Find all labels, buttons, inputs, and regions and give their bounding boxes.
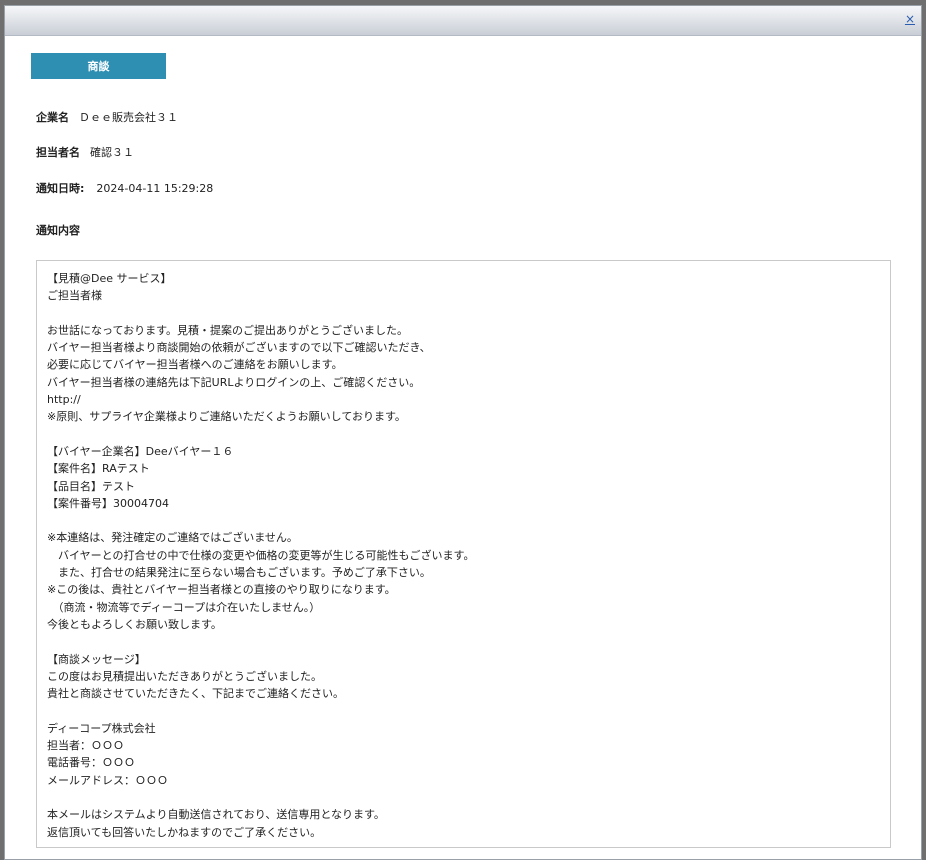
- company-value: Ｄｅｅ販売会社３１: [79, 111, 178, 124]
- message-line: バイヤー担当者様の連絡先は下記URLよりログインの上、ご確認ください。: [47, 375, 421, 389]
- dialog-titlebar: ×: [5, 6, 921, 36]
- negotiation-tab-button[interactable]: 商談: [31, 53, 166, 79]
- message-line: 【案件名】RAテスト: [47, 462, 150, 476]
- message-line: 返信頂いても回答いたしかねますのでご了承ください。: [47, 825, 322, 839]
- message-line: バイヤー担当者様より商談開始の依頼がございますので以下ご確認いただき、: [47, 341, 431, 355]
- dialog-window: × 商談 企業名 Ｄｅｅ販売会社３１ 担当者名 確認３１ 通知日時: 2024-04-…: [4, 5, 922, 860]
- message-line: http://: [47, 393, 81, 407]
- message-line: また、打合せの結果発注に至らない場合もございます。予めご了承下さい。: [47, 566, 431, 580]
- message-line: 担当者：ＯＯＯ: [47, 739, 124, 753]
- message-line: ディーコープ株式会社: [47, 721, 156, 735]
- message-line: 本メールはシステムより自動送信されており、送信専用となります。: [47, 808, 385, 822]
- message-line: [47, 426, 890, 443]
- message-box: 【見積@Dee サービス】 ご担当者様 お世話になっております。見積・提案のご提出…: [36, 260, 891, 848]
- person-label: 担当者名: [36, 146, 80, 159]
- message-line: （商流・物流等でディーコープは介在いたしません。）: [47, 600, 321, 614]
- message-line: [47, 789, 890, 806]
- message-line: 【商談メッセージ】: [47, 652, 146, 666]
- message-line: ※この後は、貴社とバイヤー担当者様との直接のやり取りになります。: [47, 583, 396, 597]
- message-line: [47, 305, 890, 322]
- message-line: 貴社と商談させていただきたく、下記までご連絡ください。: [47, 687, 344, 701]
- message-line: ※本連絡は、発注確定のご連絡ではございません。: [47, 531, 298, 545]
- content-label: 通知内容: [36, 224, 80, 237]
- message-line: バイヤーとの打合せの中で仕様の変更や価格の変更等が生じる可能性もございます。: [47, 548, 475, 562]
- message-line: 今後ともよろしくお願い致します。: [47, 617, 222, 631]
- message-line: [47, 633, 890, 650]
- date-label: 通知日時:: [36, 182, 85, 195]
- company-label: 企業名: [36, 111, 69, 124]
- message-line: メールアドレス：ＯＯＯ: [47, 773, 168, 787]
- company-row: 企業名 Ｄｅｅ販売会社３１: [36, 111, 178, 125]
- message-line: ※原則、サプライヤ企業様よりご連絡いただくようお願いしております。: [47, 410, 406, 424]
- message-line: [47, 512, 890, 529]
- close-icon[interactable]: ×: [905, 12, 915, 26]
- date-value: 2024-04-11 15:29:28: [96, 182, 214, 195]
- message-line: 必要に応じてバイヤー担当者様へのご連絡をお願いします。: [47, 358, 343, 372]
- message-line: 【見積@Dee サービス】: [47, 272, 172, 285]
- message-line: 【バイヤー企業名】Deeバイヤー１６: [47, 444, 234, 458]
- message-line: 【案件番号】30004704: [47, 496, 169, 510]
- message-line: [47, 702, 890, 719]
- message-line: この度はお見積提出いただきありがとうございました。: [47, 669, 322, 683]
- message-line: お世話になっております。見積・提案のご提出ありがとうございました。: [47, 323, 409, 337]
- content-row: 通知内容: [36, 224, 90, 238]
- message-line: 【品目名】テスト: [47, 479, 135, 493]
- message-line: ご担当者様: [47, 289, 102, 303]
- message-line: 電話番号：ＯＯＯ: [47, 756, 135, 770]
- date-row: 通知日時: 2024-04-11 15:29:28: [36, 182, 213, 196]
- person-row: 担当者名 確認３１: [36, 146, 134, 160]
- person-value: 確認３１: [90, 146, 134, 159]
